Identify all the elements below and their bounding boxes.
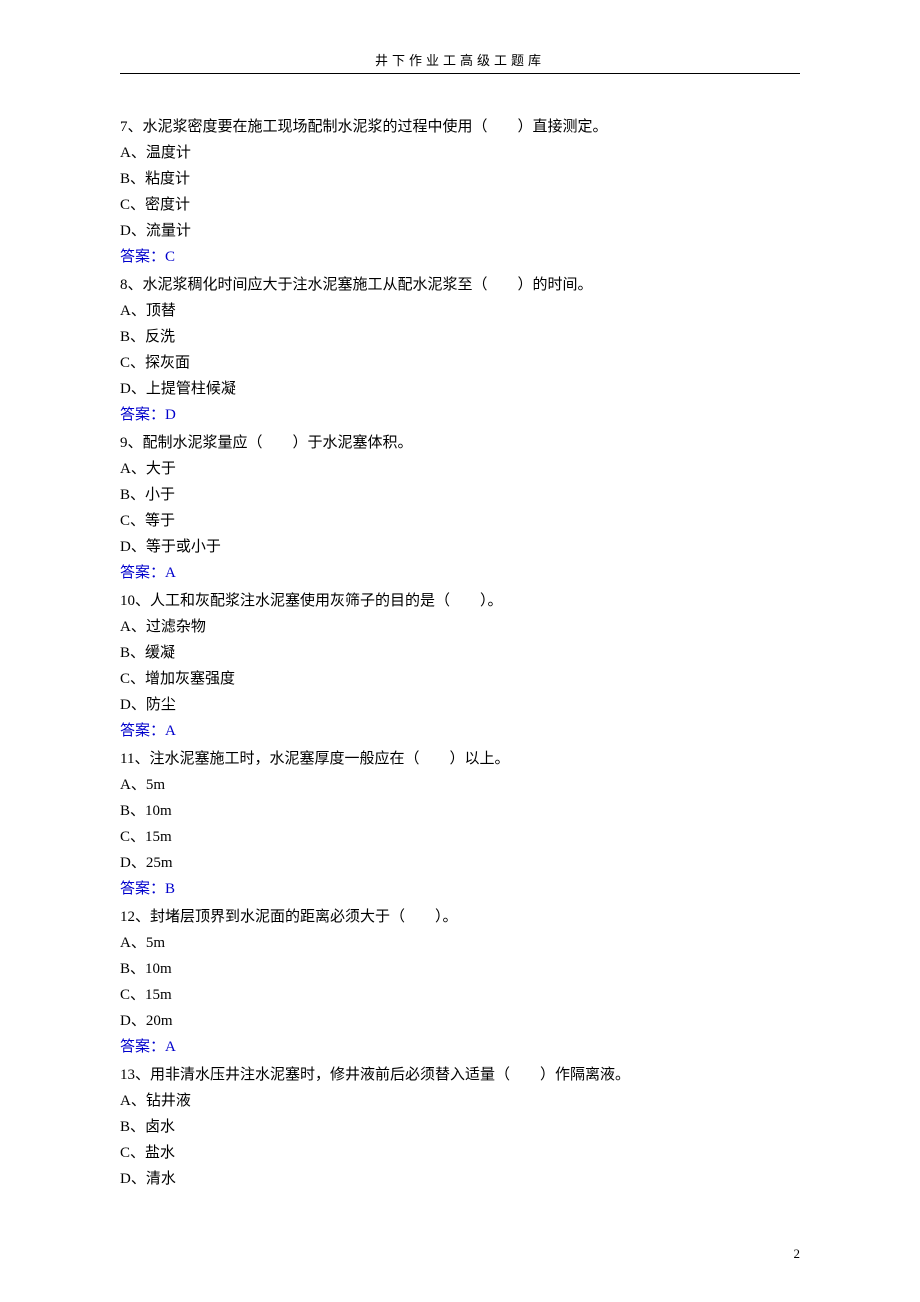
question-option: C、密度计	[120, 192, 800, 218]
question-answer: 答案：D	[120, 402, 800, 428]
document-page: 井下作业工高级工题库 7、水泥浆密度要在施工现场配制水泥浆的过程中使用（ ）直接…	[0, 0, 920, 1302]
question-option: C、增加灰塞强度	[120, 666, 800, 692]
question-block: 7、水泥浆密度要在施工现场配制水泥浆的过程中使用（ ）直接测定。A、温度计B、粘…	[120, 114, 800, 270]
question-option: B、缓凝	[120, 640, 800, 666]
question-option: A、过滤杂物	[120, 614, 800, 640]
question-text: 9、配制水泥浆量应（ ）于水泥塞体积。	[120, 430, 800, 456]
question-option: D、清水	[120, 1166, 800, 1192]
question-option: A、钻井液	[120, 1088, 800, 1114]
header-underline	[120, 73, 800, 74]
question-option: B、反洗	[120, 324, 800, 350]
question-text: 12、封堵层顶界到水泥面的距离必须大于（ ）。	[120, 904, 800, 930]
question-option: D、25m	[120, 850, 800, 876]
question-option: A、温度计	[120, 140, 800, 166]
question-answer: 答案：B	[120, 876, 800, 902]
question-text: 8、水泥浆稠化时间应大于注水泥塞施工从配水泥浆至（ ）的时间。	[120, 272, 800, 298]
questions-container: 7、水泥浆密度要在施工现场配制水泥浆的过程中使用（ ）直接测定。A、温度计B、粘…	[120, 114, 800, 1192]
page-number: 2	[794, 1246, 801, 1262]
question-option: A、5m	[120, 930, 800, 956]
question-block: 12、封堵层顶界到水泥面的距离必须大于（ ）。A、5mB、10mC、15mD、2…	[120, 904, 800, 1060]
question-answer: 答案：A	[120, 1034, 800, 1060]
question-text: 11、注水泥塞施工时，水泥塞厚度一般应在（ ）以上。	[120, 746, 800, 772]
question-option: A、顶替	[120, 298, 800, 324]
page-header-title: 井下作业工高级工题库	[120, 50, 800, 69]
question-option: B、小于	[120, 482, 800, 508]
question-text: 13、用非清水压井注水泥塞时，修井液前后必须替入适量（ ）作隔离液。	[120, 1062, 800, 1088]
question-option: C、探灰面	[120, 350, 800, 376]
question-answer: 答案：A	[120, 718, 800, 744]
question-block: 8、水泥浆稠化时间应大于注水泥塞施工从配水泥浆至（ ）的时间。A、顶替B、反洗C…	[120, 272, 800, 428]
question-option: C、15m	[120, 982, 800, 1008]
question-option: A、大于	[120, 456, 800, 482]
question-option: B、粘度计	[120, 166, 800, 192]
question-option: D、等于或小于	[120, 534, 800, 560]
question-option: A、5m	[120, 772, 800, 798]
question-option: C、盐水	[120, 1140, 800, 1166]
question-option: C、等于	[120, 508, 800, 534]
question-option: B、卤水	[120, 1114, 800, 1140]
question-answer: 答案：A	[120, 560, 800, 586]
question-block: 11、注水泥塞施工时，水泥塞厚度一般应在（ ）以上。A、5mB、10mC、15m…	[120, 746, 800, 902]
question-block: 9、配制水泥浆量应（ ）于水泥塞体积。A、大于B、小于C、等于D、等于或小于答案…	[120, 430, 800, 586]
question-option: D、上提管柱候凝	[120, 376, 800, 402]
question-text: 10、人工和灰配浆注水泥塞使用灰筛子的目的是（ ）。	[120, 588, 800, 614]
question-option: D、20m	[120, 1008, 800, 1034]
question-text: 7、水泥浆密度要在施工现场配制水泥浆的过程中使用（ ）直接测定。	[120, 114, 800, 140]
question-option: D、防尘	[120, 692, 800, 718]
question-block: 13、用非清水压井注水泥塞时，修井液前后必须替入适量（ ）作隔离液。A、钻井液B…	[120, 1062, 800, 1192]
question-block: 10、人工和灰配浆注水泥塞使用灰筛子的目的是（ ）。A、过滤杂物B、缓凝C、增加…	[120, 588, 800, 744]
question-option: C、15m	[120, 824, 800, 850]
question-option: B、10m	[120, 956, 800, 982]
question-option: D、流量计	[120, 218, 800, 244]
question-answer: 答案：C	[120, 244, 800, 270]
question-option: B、10m	[120, 798, 800, 824]
